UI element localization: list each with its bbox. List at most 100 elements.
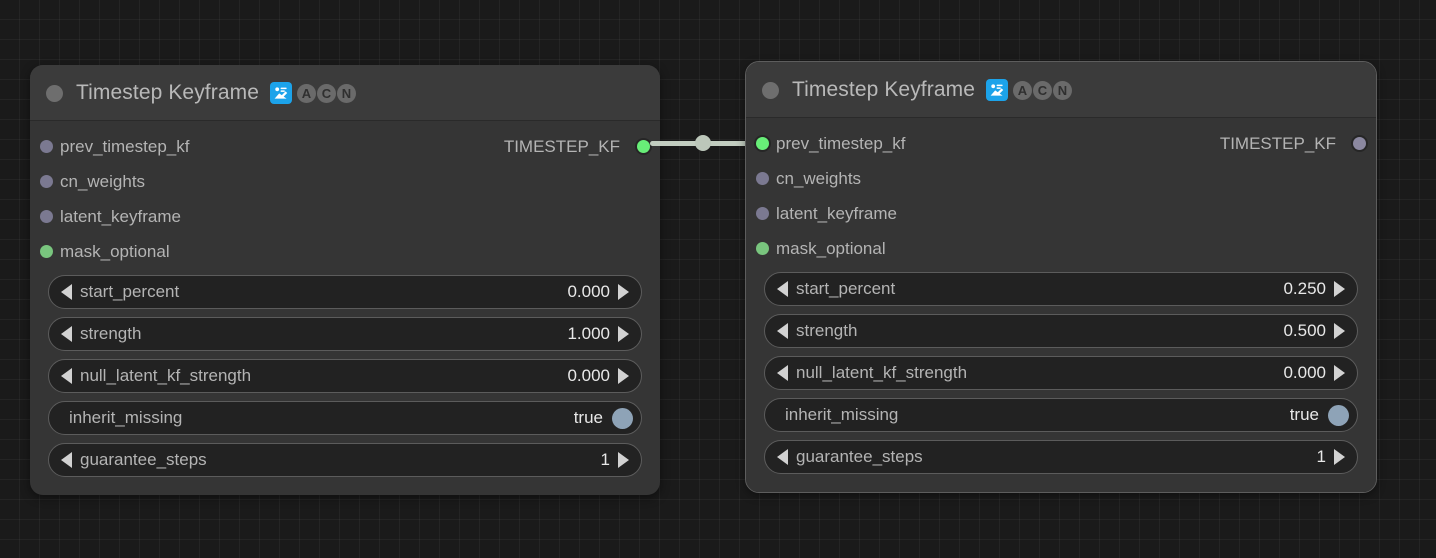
- node-header[interactable]: Timestep Keyframe A C N: [30, 65, 660, 121]
- input-slot-cn_weights-dot[interactable]: [756, 172, 769, 185]
- slot-row: mask_optional: [746, 231, 1376, 266]
- input-slot-latent_keyframe-dot[interactable]: [756, 207, 769, 220]
- increment-arrow-icon[interactable]: [618, 368, 629, 384]
- slot-row: prev_timestep_kf TIMESTEP_KF: [746, 126, 1376, 161]
- input-slot-prev_timestep_kf-label: prev_timestep_kf: [776, 133, 906, 153]
- slot-row: latent_keyframe: [746, 196, 1376, 231]
- input-slot-mask_optional-dot[interactable]: [40, 245, 53, 258]
- widget-strength[interactable]: strength 0.500: [764, 314, 1358, 348]
- widget-guarantee_steps[interactable]: guarantee_steps 1: [48, 443, 642, 477]
- input-slot-cn_weights-label: cn_weights: [60, 171, 146, 191]
- slot-row: mask_optional: [30, 234, 660, 269]
- widget-guarantee_steps[interactable]: guarantee_steps 1: [764, 440, 1358, 474]
- decrement-arrow-icon[interactable]: [61, 326, 72, 342]
- widget-value[interactable]: 0.250: [1283, 279, 1326, 299]
- output-slot-timestep_kf-label: TIMESTEP_KF: [1219, 133, 1336, 153]
- widget-value[interactable]: true: [1290, 405, 1319, 425]
- node-title: Timestep Keyframe: [792, 78, 975, 101]
- widget-value[interactable]: 0.000: [1283, 363, 1326, 383]
- node-graph-canvas[interactable]: Timestep Keyframe A C N prev_timestep_kf…: [0, 0, 1436, 558]
- collapse-dot-icon[interactable]: [46, 84, 63, 102]
- badge-letter-n[interactable]: N: [1052, 80, 1072, 100]
- decrement-arrow-icon[interactable]: [61, 284, 72, 300]
- slot-row: latent_keyframe: [30, 199, 660, 234]
- widget-label: start_percent: [796, 279, 896, 298]
- decrement-arrow-icon[interactable]: [777, 449, 788, 465]
- badge-letter-a[interactable]: A: [1012, 80, 1032, 100]
- widget-start_percent[interactable]: start_percent 0.000: [48, 275, 642, 309]
- widget-value[interactable]: 0.500: [1283, 321, 1326, 341]
- increment-arrow-icon[interactable]: [618, 284, 629, 300]
- node-badges: A C N: [985, 79, 1072, 101]
- node-slots: prev_timestep_kf TIMESTEP_KF cn_weights …: [746, 118, 1376, 266]
- input-slot-cn_weights-dot[interactable]: [40, 175, 53, 188]
- widget-label: strength: [796, 321, 858, 340]
- badge-letter-c[interactable]: C: [1032, 80, 1052, 100]
- widget-label: inherit_missing: [69, 408, 183, 427]
- decrement-arrow-icon[interactable]: [777, 281, 788, 297]
- widget-null_latent_kf_strength[interactable]: null_latent_kf_strength 0.000: [764, 356, 1358, 390]
- node-timestep-keyframe-left[interactable]: Timestep Keyframe A C N prev_timestep_kf…: [30, 65, 660, 495]
- widget-start_percent[interactable]: start_percent 0.250: [764, 272, 1358, 306]
- widget-label: start_percent: [80, 282, 180, 301]
- widget-value[interactable]: 0.000: [567, 366, 610, 386]
- decrement-arrow-icon[interactable]: [61, 368, 72, 384]
- node-source-badge-icon[interactable]: [985, 79, 1008, 101]
- decrement-arrow-icon[interactable]: [777, 323, 788, 339]
- decrement-arrow-icon[interactable]: [61, 452, 72, 468]
- slot-row: cn_weights: [746, 161, 1376, 196]
- widget-label: null_latent_kf_strength: [80, 366, 252, 385]
- badge-letter-a[interactable]: A: [296, 83, 316, 103]
- slot-row: prev_timestep_kf TIMESTEP_KF: [30, 129, 660, 164]
- collapse-dot-icon[interactable]: [762, 81, 779, 99]
- input-slot-prev_timestep_kf-dot[interactable]: [756, 137, 769, 150]
- input-slot-mask_optional-dot[interactable]: [756, 242, 769, 255]
- input-slot-prev_timestep_kf-dot[interactable]: [40, 140, 53, 153]
- input-slot-latent_keyframe-label: latent_keyframe: [776, 203, 897, 223]
- input-slot-cn_weights-label: cn_weights: [776, 168, 862, 188]
- widget-value[interactable]: true: [574, 408, 603, 428]
- input-slot-prev_timestep_kf-label: prev_timestep_kf: [60, 136, 190, 156]
- widget-label: null_latent_kf_strength: [796, 363, 968, 382]
- widget-inherit_missing[interactable]: inherit_missing true: [48, 401, 642, 435]
- output-slot-timestep_kf-label: TIMESTEP_KF: [503, 136, 620, 156]
- decrement-arrow-icon[interactable]: [777, 365, 788, 381]
- toggle-knob-icon[interactable]: [1328, 404, 1349, 426]
- increment-arrow-icon[interactable]: [1334, 281, 1345, 297]
- widget-label: strength: [80, 324, 142, 343]
- slot-row: cn_weights: [30, 164, 660, 199]
- node-slots: prev_timestep_kf TIMESTEP_KF cn_weights …: [30, 121, 660, 269]
- node-widgets: start_percent 0.250 strength 0.500 null_…: [746, 266, 1376, 492]
- widget-label: guarantee_steps: [796, 447, 923, 466]
- widget-inherit_missing[interactable]: inherit_missing true: [764, 398, 1358, 432]
- widget-value[interactable]: 1: [601, 450, 610, 470]
- widget-value[interactable]: 1.000: [567, 324, 610, 344]
- input-slot-mask_optional-label: mask_optional: [60, 241, 170, 261]
- input-slot-latent_keyframe-label: latent_keyframe: [60, 206, 181, 226]
- widget-label: guarantee_steps: [80, 450, 207, 469]
- node-badges: A C N: [269, 82, 356, 104]
- node-header[interactable]: Timestep Keyframe A C N: [746, 62, 1376, 118]
- node-timestep-keyframe-right[interactable]: Timestep Keyframe A C N prev_timestep_kf…: [745, 61, 1377, 493]
- widget-null_latent_kf_strength[interactable]: null_latent_kf_strength 0.000: [48, 359, 642, 393]
- node-widgets: start_percent 0.000 strength 1.000 null_…: [30, 269, 660, 495]
- link-timestep-kf-midpoint-dot[interactable]: [695, 135, 711, 151]
- widget-value[interactable]: 1: [1317, 447, 1326, 467]
- input-slot-mask_optional-label: mask_optional: [776, 238, 886, 258]
- increment-arrow-icon[interactable]: [618, 326, 629, 342]
- increment-arrow-icon[interactable]: [1334, 323, 1345, 339]
- toggle-knob-icon[interactable]: [612, 407, 633, 429]
- increment-arrow-icon[interactable]: [618, 452, 629, 468]
- widget-label: inherit_missing: [785, 405, 899, 424]
- node-source-badge-icon[interactable]: [269, 82, 292, 104]
- badge-letter-c[interactable]: C: [316, 83, 336, 103]
- output-slot-timestep_kf-dot[interactable]: [1353, 137, 1366, 150]
- widget-strength[interactable]: strength 1.000: [48, 317, 642, 351]
- input-slot-latent_keyframe-dot[interactable]: [40, 210, 53, 223]
- node-title: Timestep Keyframe: [76, 81, 259, 104]
- increment-arrow-icon[interactable]: [1334, 365, 1345, 381]
- output-slot-timestep_kf-dot[interactable]: [637, 140, 650, 153]
- widget-value[interactable]: 0.000: [567, 282, 610, 302]
- increment-arrow-icon[interactable]: [1334, 449, 1345, 465]
- badge-letter-n[interactable]: N: [336, 83, 356, 103]
